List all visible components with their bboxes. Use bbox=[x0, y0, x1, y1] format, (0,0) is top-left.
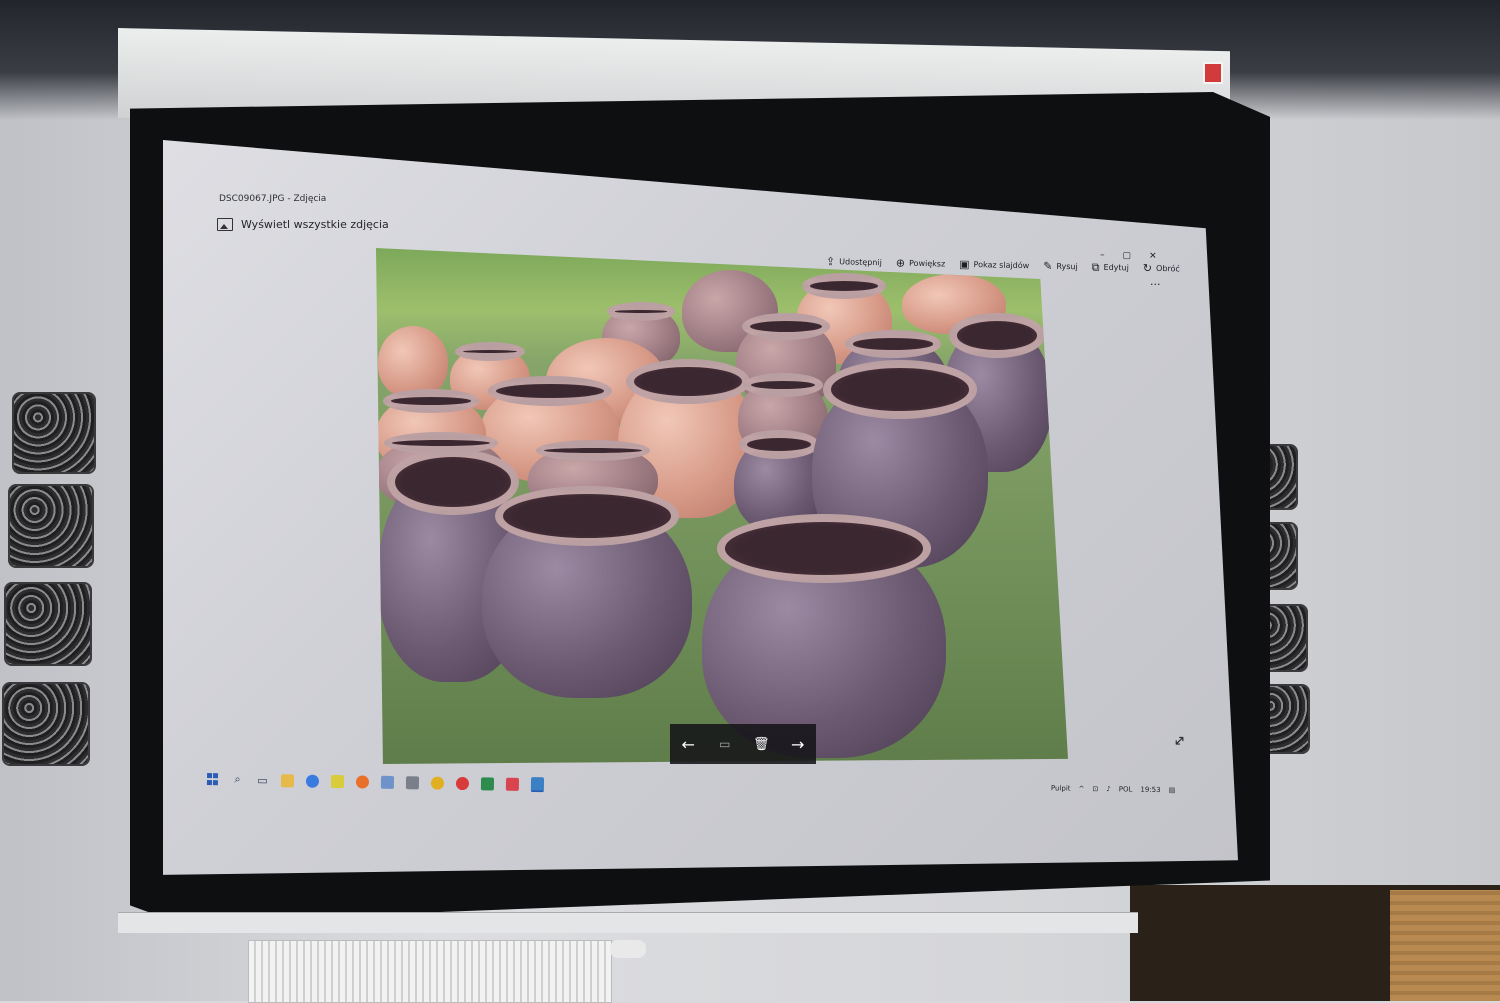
search-icon[interactable]: ⌕ bbox=[230, 772, 245, 787]
window-controls: – ▢ ✕ bbox=[1100, 250, 1157, 261]
window-title: DSC09067.JPG - Zdjęcia bbox=[219, 194, 327, 204]
edit-icon: ⧉ bbox=[1091, 260, 1100, 274]
radiator-valve bbox=[610, 940, 646, 958]
desktop-toolbar-label[interactable]: Pulpit bbox=[1051, 784, 1071, 792]
maximize-button[interactable]: ▢ bbox=[1122, 251, 1131, 261]
slideshow-button[interactable]: ▣ Pokaz slajdów bbox=[959, 257, 1029, 272]
edit-button[interactable]: ⧉ Edytuj bbox=[1091, 260, 1129, 274]
pot bbox=[482, 486, 692, 698]
task-view-icon[interactable]: ▭ bbox=[255, 772, 270, 787]
start-button[interactable] bbox=[205, 772, 220, 787]
volume-icon[interactable]: ♪ bbox=[1106, 785, 1111, 793]
info-icon[interactable]: ▭ bbox=[711, 737, 739, 751]
wall-art-4 bbox=[4, 684, 88, 764]
notifications-icon[interactable]: ▤ bbox=[1169, 786, 1176, 794]
view-all-photos-label: Wyświetl wszystkie zdjęcia bbox=[241, 218, 389, 231]
camera-icon[interactable] bbox=[405, 775, 420, 790]
opera-icon[interactable] bbox=[455, 775, 470, 790]
clock[interactable]: 19:53 bbox=[1140, 786, 1160, 794]
close-button[interactable]: ✕ bbox=[1149, 251, 1157, 261]
wall-art-3 bbox=[6, 584, 90, 664]
mail-icon[interactable] bbox=[380, 774, 395, 789]
share-icon: ⇪ bbox=[825, 255, 836, 269]
photo-nav-bar: ← ▭ 🗑 → bbox=[670, 724, 816, 764]
pot bbox=[378, 326, 448, 398]
network-icon[interactable]: ⊡ bbox=[1092, 785, 1098, 793]
slideshow-icon: ▣ bbox=[959, 257, 970, 272]
screen-bottom-bar bbox=[118, 912, 1138, 933]
previous-arrow-icon[interactable]: ← bbox=[674, 735, 702, 754]
delete-icon[interactable]: 🗑 bbox=[747, 737, 775, 752]
media-player-icon[interactable] bbox=[330, 773, 345, 788]
zoom-icon: ⊕ bbox=[895, 256, 906, 270]
system-tray: Pulpit ^ ⊡ ♪ POL 19:53 ▤ bbox=[1051, 784, 1175, 794]
firefox-icon[interactable] bbox=[355, 774, 370, 789]
excel-icon[interactable] bbox=[480, 776, 495, 791]
rotate-button[interactable]: ↻ Obróć bbox=[1142, 261, 1180, 275]
picture-icon bbox=[217, 218, 233, 231]
windows-logo-icon bbox=[206, 773, 219, 786]
rotate-icon: ↻ bbox=[1142, 261, 1153, 275]
draw-icon: ✎ bbox=[1043, 259, 1053, 273]
photo-viewer-image[interactable] bbox=[376, 248, 1068, 764]
more-options-button[interactable]: ... bbox=[1150, 275, 1161, 288]
paint-icon[interactable] bbox=[505, 776, 520, 791]
share-button[interactable]: ⇪ Udostępnij bbox=[825, 255, 882, 269]
tray-chevron-icon[interactable]: ^ bbox=[1079, 785, 1085, 793]
view-all-photos-link[interactable]: Wyświetl wszystkie zdjęcia bbox=[217, 218, 389, 231]
radiator bbox=[248, 940, 612, 1003]
language-indicator[interactable]: POL bbox=[1119, 785, 1133, 793]
wall-art-2 bbox=[10, 486, 92, 566]
zoom-button[interactable]: ⊕ Powiększ bbox=[895, 256, 946, 270]
next-arrow-icon[interactable]: → bbox=[784, 735, 812, 754]
casing-switch bbox=[1203, 62, 1223, 84]
chrome-2-icon[interactable] bbox=[430, 775, 445, 790]
file-explorer-icon[interactable] bbox=[280, 773, 295, 788]
minimize-button[interactable]: – bbox=[1100, 250, 1105, 260]
draw-button[interactable]: ✎ Rysuj bbox=[1043, 259, 1078, 273]
wood-panel bbox=[1390, 890, 1500, 1001]
wall-art-1 bbox=[14, 394, 94, 472]
chrome-icon[interactable] bbox=[305, 773, 320, 788]
photos-app-icon[interactable] bbox=[530, 776, 545, 792]
